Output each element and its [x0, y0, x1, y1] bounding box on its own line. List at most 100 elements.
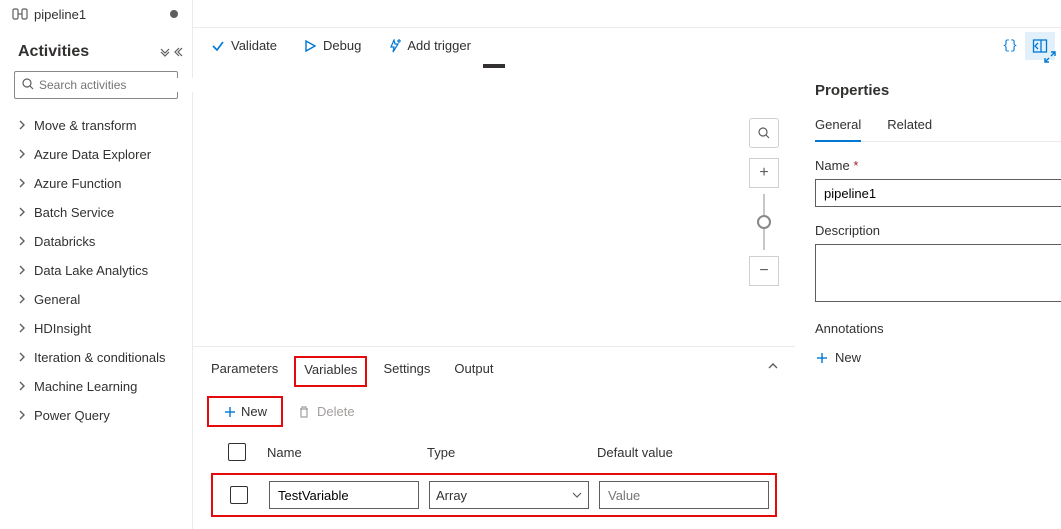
code-view-button[interactable]: {} — [995, 32, 1025, 60]
tree-item[interactable]: General — [0, 285, 192, 314]
checkmark-icon — [211, 39, 225, 53]
main-area: Validate Debug Add trigger {} ··· — [193, 0, 1061, 529]
tree-label: Machine Learning — [34, 379, 137, 394]
chevron-right-icon — [18, 292, 26, 307]
validate-label: Validate — [231, 38, 277, 53]
annotation-new-label: New — [835, 350, 861, 365]
tree-item[interactable]: Power Query — [0, 401, 192, 430]
activities-tree: Move & transform Azure Data Explorer Azu… — [0, 109, 192, 432]
props-tabs: General Related — [815, 113, 1061, 142]
chevron-right-icon — [18, 118, 26, 133]
tree-label: Batch Service — [34, 205, 114, 220]
zoom-slider[interactable] — [763, 194, 765, 250]
config-panel: Parameters Variables Settings Output — [193, 346, 795, 529]
tab-header: pipeline1 — [0, 0, 192, 29]
minus-icon: − — [759, 262, 768, 280]
new-variable-button[interactable]: New — [215, 400, 275, 423]
trash-icon — [297, 405, 311, 419]
tab-settings[interactable]: Settings — [383, 355, 430, 386]
name-input[interactable] — [815, 179, 1061, 207]
activities-header: Activities — [0, 29, 192, 71]
validate-button[interactable]: Validate — [211, 38, 277, 53]
chevron-right-icon — [18, 147, 26, 162]
chevron-right-icon — [18, 350, 26, 365]
collapse-panel-button[interactable] — [767, 359, 779, 374]
chevron-right-icon — [18, 321, 26, 336]
tab-bar-spacer — [193, 0, 1061, 28]
chevron-double-down-icon — [160, 47, 170, 57]
zoom-fit-button[interactable] — [749, 118, 779, 148]
type-value: Array — [436, 488, 467, 503]
col-name: Name — [267, 445, 417, 460]
pipeline-icon — [12, 6, 28, 22]
zoom-in-button[interactable]: + — [749, 158, 779, 188]
tree-item[interactable]: Move & transform — [0, 111, 192, 140]
plus-icon — [815, 351, 829, 365]
chevron-up-icon — [767, 361, 779, 371]
variable-type-select[interactable]: Array — [429, 481, 589, 509]
collapse-controls[interactable] — [160, 47, 184, 57]
search-activities-box[interactable] — [14, 71, 178, 99]
tab-related[interactable]: Related — [887, 113, 932, 141]
chevron-right-icon — [18, 176, 26, 191]
name-label: Name * — [815, 158, 1061, 173]
annotation-new-button[interactable]: New — [815, 350, 861, 365]
chevron-down-icon — [572, 491, 582, 499]
tree-item[interactable]: Azure Data Explorer — [0, 140, 192, 169]
row-checkbox[interactable] — [230, 486, 248, 504]
chevron-right-icon — [18, 379, 26, 394]
tab-title: pipeline1 — [34, 7, 164, 22]
tab-general[interactable]: General — [815, 113, 861, 142]
search-icon — [757, 126, 771, 140]
tree-label: Databricks — [34, 234, 95, 249]
annotations-label: Annotations — [815, 321, 1061, 336]
tree-item[interactable]: HDInsight — [0, 314, 192, 343]
activities-sidebar: pipeline1 Activities Move & transform Az… — [0, 0, 193, 529]
description-input[interactable] — [815, 244, 1061, 302]
properties-panel: ··· Properties General Related Name * De… — [795, 64, 1061, 529]
variable-default-input[interactable] — [599, 481, 769, 509]
add-trigger-label: Add trigger — [407, 38, 471, 53]
toolbar: Validate Debug Add trigger {} ··· — [193, 28, 1061, 64]
debug-button[interactable]: Debug — [303, 38, 361, 53]
col-default: Default value — [597, 445, 767, 460]
chevron-right-icon — [18, 408, 26, 423]
add-trigger-button[interactable]: Add trigger — [387, 38, 471, 53]
expand-button[interactable] — [1043, 50, 1057, 67]
trigger-icon — [387, 39, 401, 53]
search-activities-input[interactable] — [35, 78, 194, 92]
tree-item[interactable]: Batch Service — [0, 198, 192, 227]
delete-label: Delete — [317, 404, 355, 419]
tree-label: Data Lake Analytics — [34, 263, 148, 278]
chevron-double-left-icon — [174, 47, 184, 57]
tree-label: Iteration & conditionals — [34, 350, 166, 365]
tree-item[interactable]: Data Lake Analytics — [0, 256, 192, 285]
zoom-handle[interactable] — [757, 215, 771, 229]
tab-variables[interactable]: Variables — [304, 356, 357, 387]
search-icon — [21, 77, 35, 94]
tab-output[interactable]: Output — [454, 355, 493, 386]
plus-icon: + — [759, 164, 768, 182]
tree-item[interactable]: Azure Function — [0, 169, 192, 198]
config-tabs: Parameters Variables Settings Output — [193, 347, 795, 386]
dirty-indicator-icon — [170, 10, 178, 18]
variable-name-input[interactable] — [269, 481, 419, 509]
play-icon — [303, 39, 317, 53]
tree-label: Move & transform — [34, 118, 137, 133]
variables-table: Name Type Default value Array — [193, 437, 795, 529]
tree-item[interactable]: Machine Learning — [0, 372, 192, 401]
select-all-checkbox[interactable] — [228, 443, 246, 461]
properties-title: Properties — [815, 82, 1061, 99]
chevron-right-icon — [18, 234, 26, 249]
tree-item[interactable]: Iteration & conditionals — [0, 343, 192, 372]
pipeline-canvas[interactable]: + − — [193, 64, 795, 346]
table-header: Name Type Default value — [211, 437, 777, 473]
chevron-right-icon — [18, 205, 26, 220]
zoom-controls: + − — [749, 118, 779, 286]
tree-label: General — [34, 292, 80, 307]
table-row: Array — [217, 481, 771, 509]
tab-parameters[interactable]: Parameters — [211, 355, 278, 386]
tree-item[interactable]: Databricks — [0, 227, 192, 256]
chevron-right-icon — [18, 263, 26, 278]
zoom-out-button[interactable]: − — [749, 256, 779, 286]
